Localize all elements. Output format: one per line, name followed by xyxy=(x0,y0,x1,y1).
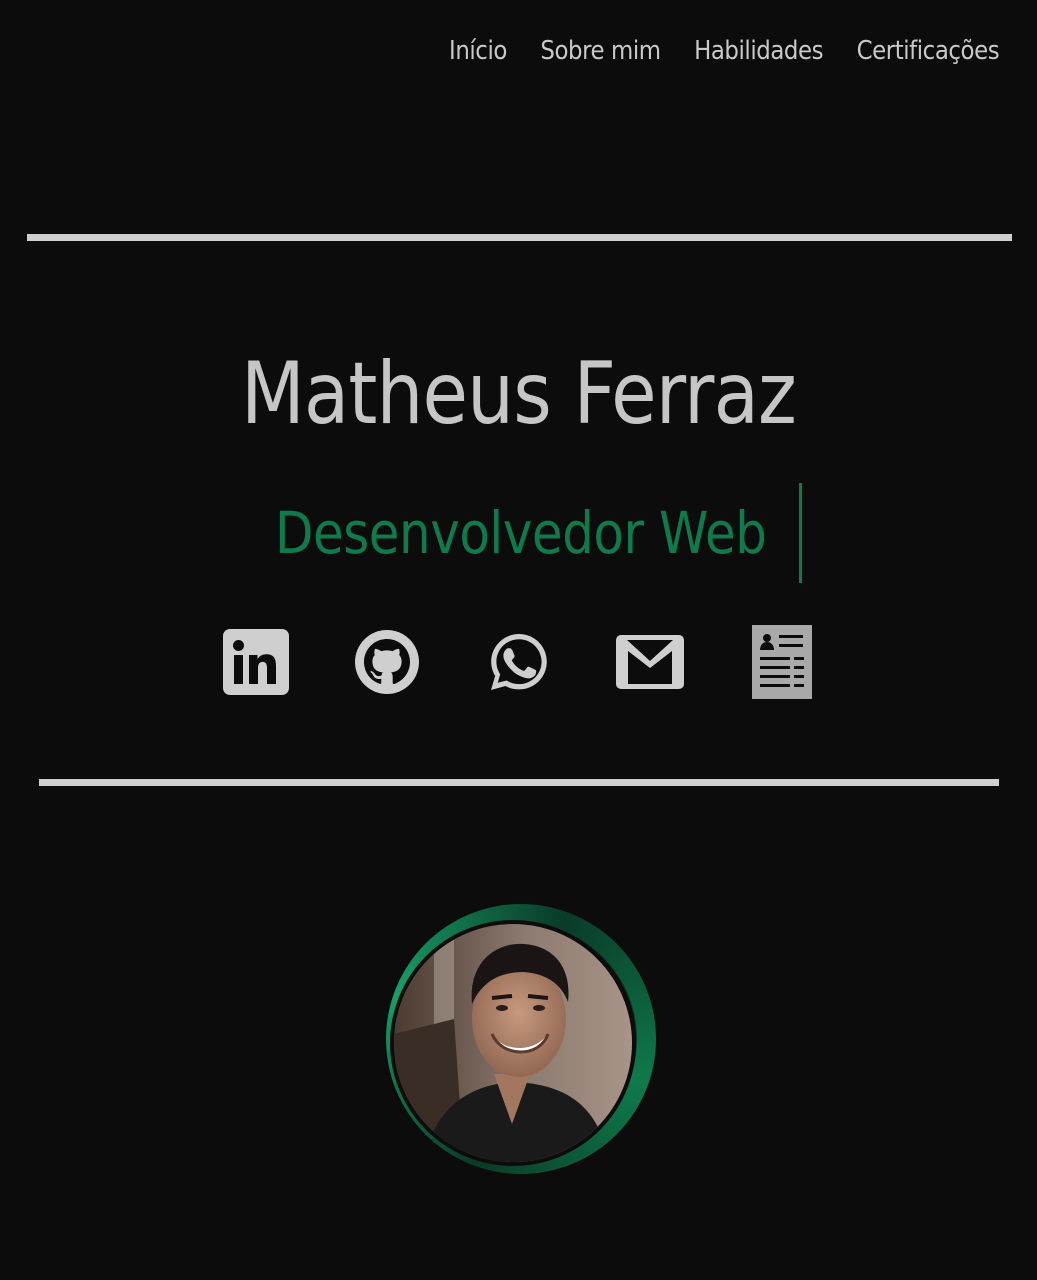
email-link[interactable] xyxy=(614,624,686,700)
github-icon xyxy=(355,630,419,694)
page-title: Matheus Ferraz xyxy=(240,344,797,444)
main-nav: Início Sobre mim Habilidades Certificaçõ… xyxy=(449,36,1000,66)
github-link[interactable] xyxy=(351,624,423,700)
whatsapp-icon xyxy=(491,634,547,690)
profile-photo-illustration xyxy=(394,924,632,1162)
linkedin-icon xyxy=(223,629,289,695)
nav-certificacoes[interactable]: Certificações xyxy=(856,36,999,66)
linkedin-link[interactable] xyxy=(220,624,292,700)
bottom-divider xyxy=(39,779,999,786)
nav-inicio[interactable]: Início xyxy=(449,36,507,66)
top-divider xyxy=(27,234,1012,241)
role-line: Desenvolvedor Web xyxy=(0,483,1037,583)
typing-caret xyxy=(798,483,802,583)
nav-habilidades[interactable]: Habilidades xyxy=(694,36,823,66)
resume-icon xyxy=(752,625,812,699)
avatar xyxy=(390,920,636,1166)
email-icon xyxy=(616,635,684,689)
social-links xyxy=(220,624,816,702)
nav-sobre-mim[interactable]: Sobre mim xyxy=(540,36,661,66)
role-text: Desenvolvedor Web xyxy=(275,499,767,567)
whatsapp-link[interactable] xyxy=(483,624,555,700)
resume-link[interactable] xyxy=(746,624,818,700)
